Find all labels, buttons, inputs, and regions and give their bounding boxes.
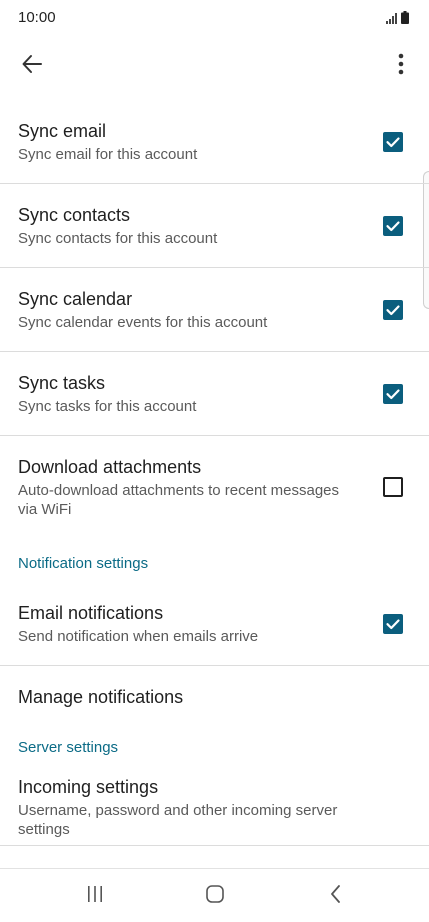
sync-email-title: Sync email — [18, 121, 107, 141]
sync-contacts-checkbox[interactable] — [383, 216, 403, 236]
sync-email-item[interactable]: Sync email Sync email for this account — [0, 100, 429, 184]
status-icons — [386, 11, 409, 29]
arrow-back-icon — [21, 53, 43, 80]
download-attachments-checkbox[interactable] — [383, 477, 403, 497]
email-notifications-title: Email notifications — [18, 603, 164, 623]
download-attachments-item[interactable]: Download attachments Auto-download attac… — [0, 436, 429, 544]
download-attachments-title: Download attachments — [18, 457, 202, 477]
status-bar: 10:00 — [0, 0, 429, 36]
recent-apps-button[interactable] — [75, 881, 115, 911]
sync-email-summary: Sync email for this account — [18, 146, 198, 163]
sync-contacts-title: Sync contacts — [18, 205, 131, 225]
check-icon — [386, 221, 400, 232]
sync-tasks-summary: Sync tasks for this account — [18, 398, 197, 415]
check-icon — [386, 619, 400, 630]
app-bar — [0, 40, 429, 92]
sync-tasks-item[interactable]: Sync tasks Sync tasks for this account — [0, 352, 429, 436]
back-nav-button[interactable] — [316, 881, 356, 911]
email-notifications-checkbox[interactable] — [383, 614, 403, 634]
check-icon — [386, 137, 400, 148]
email-notifications-summary: Send notification when emails arrive — [18, 628, 259, 645]
signal-icon — [386, 11, 398, 29]
home-icon — [205, 884, 225, 909]
download-attachments-summary: Auto-download attachments to recent mess… — [18, 482, 340, 518]
server-settings-label: Server settings — [18, 739, 119, 756]
sync-tasks-title: Sync tasks — [18, 373, 106, 393]
status-time: 10:00 — [18, 9, 56, 26]
manage-notifications-item[interactable]: Manage notifications — [0, 666, 429, 728]
check-icon — [386, 305, 400, 316]
check-icon — [386, 389, 400, 400]
sync-calendar-title: Sync calendar — [18, 289, 133, 309]
back-nav-icon — [329, 884, 343, 909]
sync-calendar-item[interactable]: Sync calendar Sync calendar events for t… — [0, 268, 429, 352]
sync-email-checkbox[interactable] — [383, 132, 403, 152]
notification-settings-header: Notification settings — [0, 544, 429, 584]
sync-calendar-summary: Sync calendar events for this account — [18, 314, 268, 331]
sync-tasks-checkbox[interactable] — [383, 384, 403, 404]
email-notifications-item[interactable]: Email notifications Send notification wh… — [0, 584, 429, 666]
more-vert-icon — [398, 53, 404, 80]
incoming-settings-title: Incoming settings — [18, 777, 159, 797]
sync-calendar-checkbox[interactable] — [383, 300, 403, 320]
sync-contacts-summary: Sync contacts for this account — [18, 230, 218, 247]
battery-icon — [401, 11, 409, 29]
recent-apps-icon — [86, 885, 104, 908]
notification-settings-label: Notification settings — [18, 555, 149, 572]
back-button[interactable] — [12, 46, 52, 86]
navigation-bar — [0, 868, 429, 922]
home-button[interactable] — [195, 881, 235, 911]
server-settings-header: Server settings — [0, 728, 429, 768]
manage-notifications-title: Manage notifications — [18, 687, 184, 707]
more-options-button[interactable] — [381, 46, 421, 86]
incoming-settings-item[interactable]: Incoming settings Username, password and… — [0, 768, 429, 846]
settings-list: Sync email Sync email for this account S… — [0, 100, 429, 846]
incoming-settings-summary: Username, password and other incoming se… — [18, 802, 338, 838]
sync-contacts-item[interactable]: Sync contacts Sync contacts for this acc… — [0, 184, 429, 268]
